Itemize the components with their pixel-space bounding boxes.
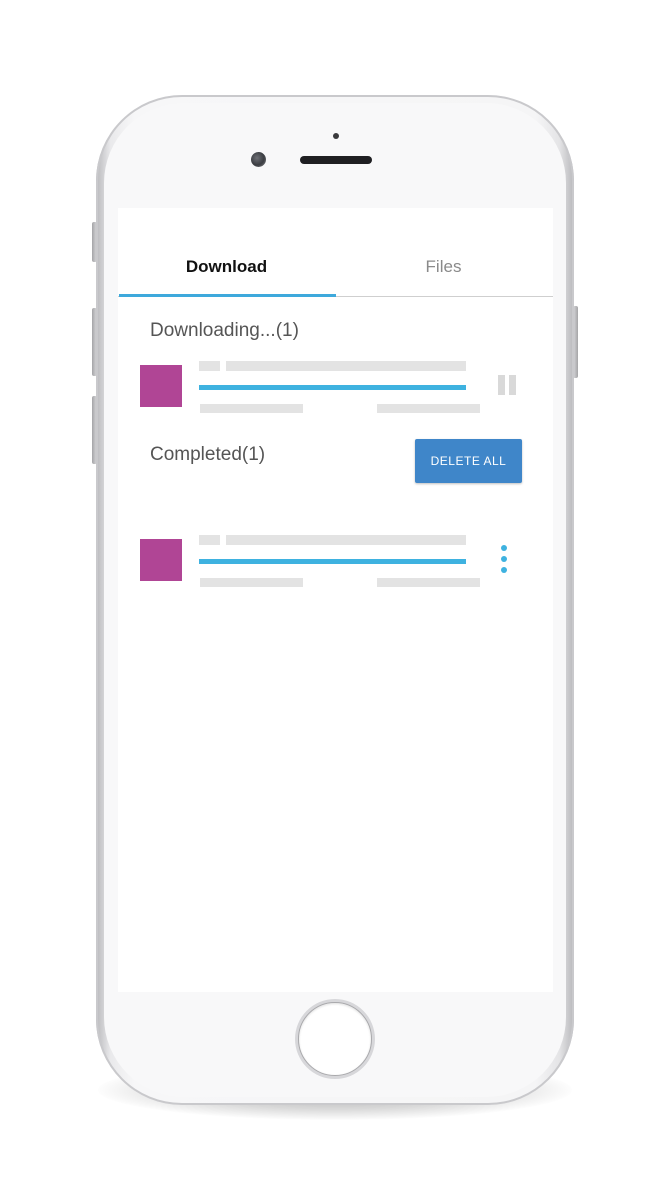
download-progress-bar: [199, 385, 466, 390]
active-tab-indicator: [119, 294, 336, 297]
device-mockup: Download Files Downloading...(1) Complet…: [0, 0, 656, 1187]
app-screen: Download Files Downloading...(1) Complet…: [118, 208, 553, 992]
completed-progress-fill: [199, 559, 466, 564]
file-status-placeholder: [377, 578, 480, 587]
more-vert-icon[interactable]: [494, 544, 514, 576]
file-name-placeholder: [226, 361, 466, 371]
proximity-sensor: [333, 133, 339, 139]
file-type-placeholder: [199, 535, 220, 545]
completed-progress-bar: [199, 559, 466, 564]
front-camera-icon: [251, 152, 266, 167]
downloading-section-title: Downloading...(1): [150, 320, 299, 341]
earpiece-speaker: [300, 156, 372, 164]
tab-download-label: Download: [185, 257, 268, 276]
file-size-placeholder: [200, 404, 303, 413]
file-name-placeholder: [226, 535, 466, 545]
file-size-placeholder: [200, 578, 303, 587]
completed-section-title: Completed(1): [150, 444, 266, 465]
tab-files[interactable]: Files: [335, 208, 552, 296]
download-progress-fill: [199, 385, 466, 390]
home-button[interactable]: [298, 1002, 372, 1076]
file-thumbnail: [140, 365, 182, 407]
delete-all-button[interactable]: DELETE ALL: [415, 439, 522, 483]
tab-files-label: Files: [425, 257, 462, 276]
file-status-placeholder: [377, 404, 480, 413]
pause-icon[interactable]: [498, 375, 518, 395]
file-type-placeholder: [199, 361, 220, 371]
file-thumbnail: [140, 539, 182, 581]
tab-download[interactable]: Download: [118, 208, 335, 296]
tab-bar: Download Files: [118, 208, 553, 297]
